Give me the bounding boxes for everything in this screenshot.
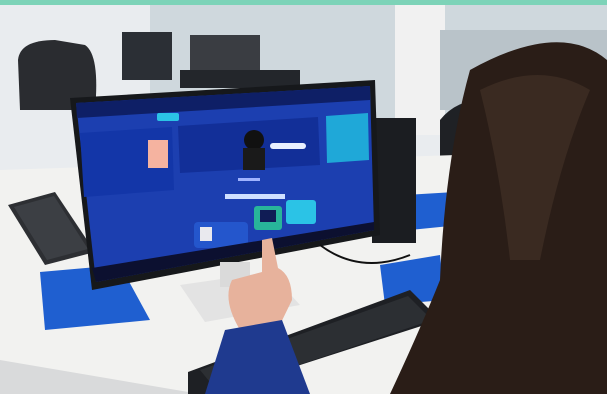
section-heading (225, 194, 285, 199)
background-monitor-2 (180, 70, 300, 88)
hero-banner-cta (270, 143, 306, 149)
background-pc-tower (190, 35, 260, 75)
portal-logo (157, 113, 179, 121)
hero-banner-left-illustration (148, 140, 168, 168)
hero-banner-hacker-body (243, 148, 265, 170)
card-2-icon (260, 210, 276, 222)
hero-banner-hacker-figure (244, 130, 264, 150)
hero-banner-dots (238, 178, 260, 181)
photo-scene (0, 5, 607, 394)
window-frame-pillar (395, 5, 445, 135)
background-monitor-1 (122, 32, 172, 80)
card-1-icon (200, 227, 212, 241)
card-3 (286, 200, 316, 224)
hero-banner-right (326, 113, 369, 163)
